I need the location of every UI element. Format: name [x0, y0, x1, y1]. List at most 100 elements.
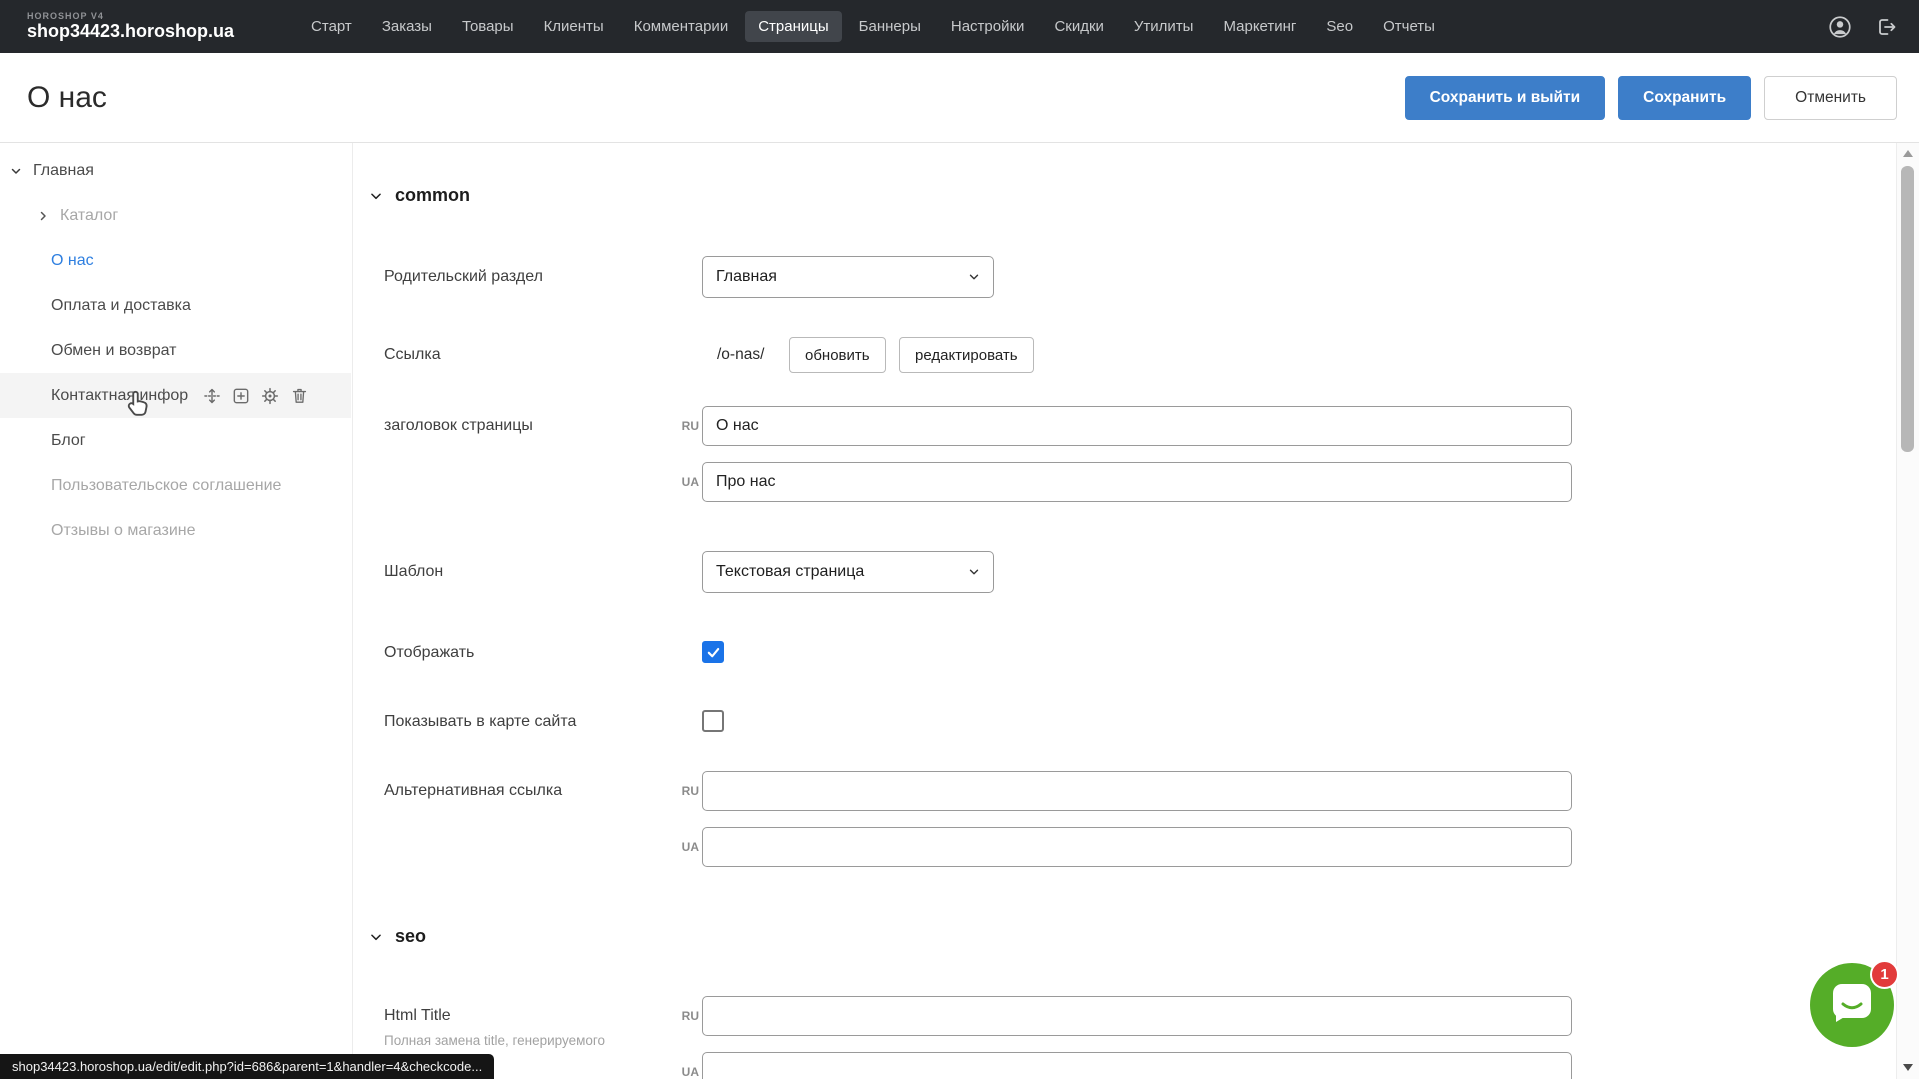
sitemap-checkbox[interactable]: [702, 710, 724, 732]
display-label: Отображать: [384, 641, 674, 665]
field-parent-section: Родительский раздел Главная: [353, 256, 1896, 298]
cancel-button[interactable]: Отменить: [1764, 76, 1897, 120]
sidebar-item[interactable]: Каталог: [0, 193, 351, 238]
lang-badge-ru: RU: [653, 771, 699, 811]
move-icon[interactable]: [202, 386, 222, 406]
nav-menu: СтартЗаказыТоварыКлиентыКомментарииСтран…: [296, 11, 1450, 42]
page-title: О нас: [27, 81, 107, 115]
template-value: Текстовая страница: [716, 563, 864, 581]
section-seo-label: seo: [395, 926, 426, 947]
chat-widget-button[interactable]: 1: [1810, 963, 1894, 1047]
sidebar-item-label: Оплата и доставка: [51, 297, 191, 315]
chevron-down-icon: [967, 270, 981, 284]
page-header: О нас Сохранить и выйти Сохранить Отмени…: [0, 53, 1919, 143]
alt-link-ru-input[interactable]: [702, 771, 1572, 811]
link-refresh-button[interactable]: обновить: [789, 337, 886, 373]
sidebar-item-label: Пользовательское соглашение: [51, 477, 281, 495]
field-sitemap: Показывать в карте сайта: [353, 710, 1896, 734]
page: HOROSHOP V4 shop34423.horoshop.ua СтартЗ…: [0, 0, 1919, 1079]
header-actions: Сохранить и выйти Сохранить Отменить: [1405, 76, 1897, 120]
section-common-header[interactable]: common: [369, 185, 470, 206]
account-icon[interactable]: [1827, 14, 1853, 40]
sidebar-item-label: Обмен и возврат: [51, 342, 176, 360]
nav-item[interactable]: Скидки: [1041, 11, 1116, 42]
page-tree-sidebar: Главная Каталог О нас Оплата и доставка Обме…: [0, 143, 351, 1079]
sidebar-item[interactable]: Обмен и возврат: [0, 328, 351, 373]
nav-item[interactable]: Настройки: [938, 11, 1038, 42]
html-title-label: Html Title: [384, 996, 674, 1036]
display-checkbox[interactable]: [702, 641, 724, 663]
link-label: Ссылка: [384, 337, 674, 373]
add-icon[interactable]: [231, 386, 251, 406]
template-select[interactable]: Текстовая страница: [702, 551, 994, 593]
nav-item[interactable]: Товары: [449, 11, 527, 42]
nav-item[interactable]: Заказы: [369, 11, 445, 42]
page-title-label: заголовок страницы: [384, 406, 674, 446]
chevron-down-icon: [369, 930, 383, 944]
scroll-up-arrow[interactable]: [1903, 150, 1913, 157]
lang-badge-ua: UA: [653, 827, 699, 867]
nav-item[interactable]: Баннеры: [846, 11, 934, 42]
parent-section-value: Главная: [716, 268, 777, 286]
sidebar-item[interactable]: Отзывы о магазине: [0, 508, 351, 553]
sidebar-item-label: Отзывы о магазине: [51, 522, 196, 540]
sidebar-item-label: Главная: [33, 162, 94, 180]
sidebar-item[interactable]: Контактная инфор: [0, 373, 351, 418]
alt-link-ua-input[interactable]: [702, 827, 1572, 867]
html-title-ru-input[interactable]: [702, 996, 1572, 1036]
chat-unread-badge: 1: [1870, 960, 1899, 989]
sidebar-item-label: Контактная инфор: [51, 387, 188, 405]
page-title-ua-input[interactable]: [702, 462, 1572, 502]
alt-link-label: Альтернативная ссылка: [384, 771, 674, 811]
page-title-ru-input[interactable]: [702, 406, 1572, 446]
nav-item[interactable]: Отчеты: [1370, 11, 1448, 42]
chevron-down-icon[interactable]: [10, 165, 22, 177]
scrollbar-thumb[interactable]: [1901, 166, 1914, 452]
nav-item[interactable]: Старт: [298, 11, 365, 42]
field-display: Отображать: [353, 641, 1896, 665]
field-alt-link-ru: Альтернативная ссылка RU: [353, 771, 1896, 811]
section-common-label: common: [395, 185, 470, 206]
gear-icon[interactable]: [260, 386, 280, 406]
field-html-title-ua: UA: [353, 1052, 1896, 1079]
chevron-down-icon: [369, 189, 383, 203]
section-seo-header[interactable]: seo: [369, 926, 426, 947]
nav-item[interactable]: Клиенты: [531, 11, 617, 42]
sidebar-item[interactable]: Оплата и доставка: [0, 283, 351, 328]
nav-item[interactable]: Утилиты: [1121, 11, 1207, 42]
html-title-hint: Полная замена title, генерируемого: [384, 1033, 605, 1048]
chevron-right-icon[interactable]: [37, 210, 49, 222]
html-title-ua-input[interactable]: [702, 1052, 1572, 1079]
save-and-exit-button[interactable]: Сохранить и выйти: [1405, 76, 1606, 120]
field-html-title-ru: Html Title RU: [353, 996, 1896, 1036]
logout-icon[interactable]: [1873, 14, 1899, 40]
sidebar-item-label: Каталог: [60, 207, 118, 225]
vertical-scrollbar: [1896, 143, 1919, 1079]
lang-badge-ru: RU: [653, 996, 699, 1036]
sidebar-item[interactable]: Главная: [0, 148, 351, 193]
lang-badge-ru: RU: [653, 406, 699, 446]
chevron-down-icon: [967, 565, 981, 579]
sidebar-item[interactable]: О нас: [0, 238, 351, 283]
nav-item[interactable]: Seo: [1313, 11, 1366, 42]
field-page-title-ru: заголовок страницы RU: [353, 406, 1896, 446]
parent-section-select[interactable]: Главная: [702, 256, 994, 298]
sitemap-label: Показывать в карте сайта: [384, 710, 674, 734]
scroll-down-arrow[interactable]: [1903, 1064, 1913, 1071]
link-edit-button[interactable]: редактировать: [899, 337, 1034, 373]
row-actions: [202, 386, 309, 406]
template-label: Шаблон: [384, 551, 674, 593]
nav-item[interactable]: Комментарии: [621, 11, 741, 42]
logo[interactable]: HOROSHOP V4 shop34423.horoshop.ua: [27, 12, 234, 40]
sidebar-item[interactable]: Пользовательское соглашение: [0, 463, 351, 508]
nav-item[interactable]: Маркетинг: [1210, 11, 1309, 42]
field-link: Ссылка /o-nas/ обновить редактировать: [353, 337, 1896, 373]
nav-item[interactable]: Страницы: [745, 11, 841, 42]
field-alt-link-ua: UA: [353, 827, 1896, 867]
save-button[interactable]: Сохранить: [1618, 76, 1751, 120]
field-template: Шаблон Текстовая страница: [353, 551, 1896, 593]
trash-icon[interactable]: [289, 386, 309, 406]
sidebar-item-label: Блог: [51, 432, 86, 450]
sidebar-item[interactable]: Блог: [0, 418, 351, 463]
field-page-title-ua: UA: [353, 462, 1896, 502]
